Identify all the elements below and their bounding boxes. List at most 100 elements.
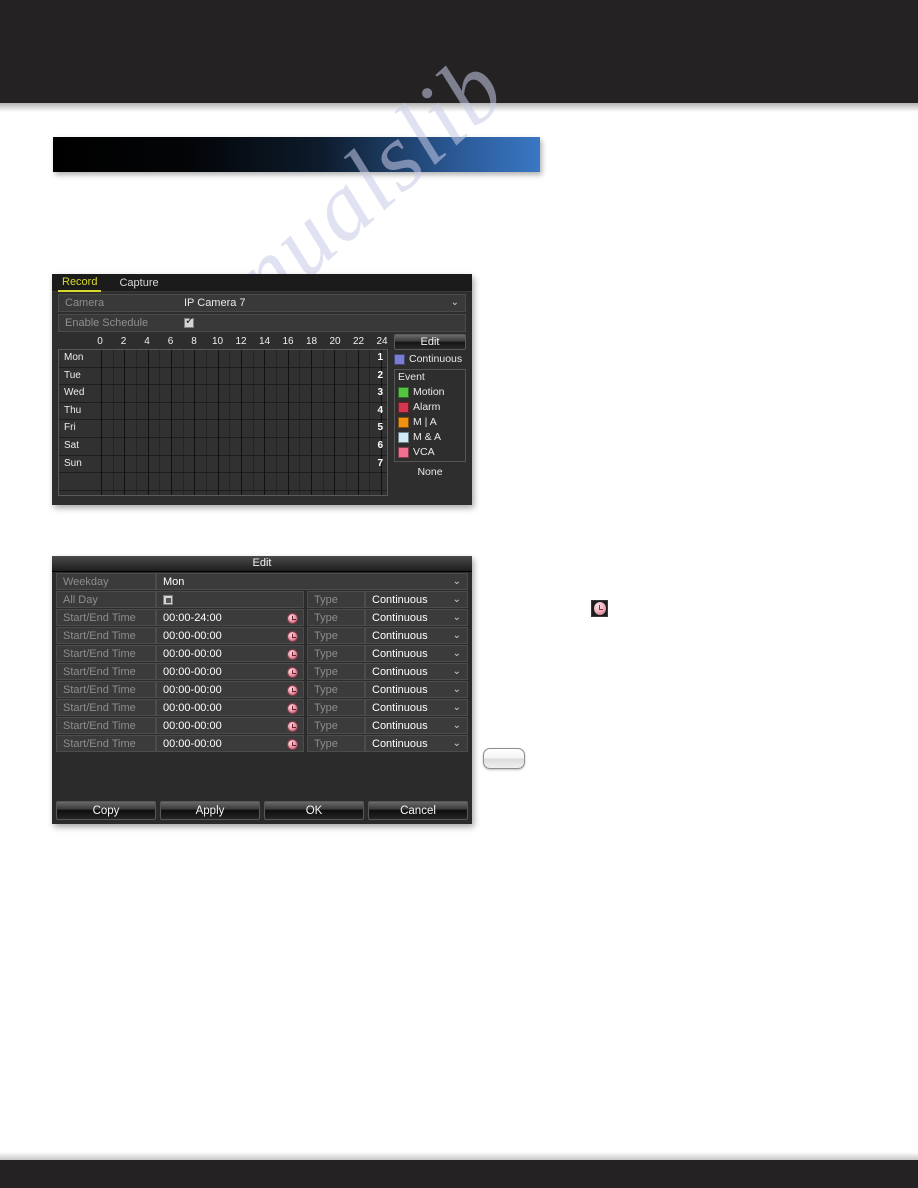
start-end-time-row[interactable]: Start/End Time 00:00-00:00 Type Continuous ⌄ — [56, 717, 468, 734]
schedule-row-sat[interactable]: Sat 6 — [59, 438, 387, 456]
start-end-time-row[interactable]: Start/End Time 00:00-24:00 Type Continuous ⌄ — [56, 609, 468, 626]
start-end-time-value[interactable]: 00:00-00:00 — [156, 681, 304, 698]
clock-icon[interactable] — [287, 721, 298, 732]
clock-icon — [591, 600, 608, 617]
clock-icon[interactable] — [287, 685, 298, 696]
apply-button[interactable]: Apply — [160, 801, 260, 820]
enable-schedule-checkbox[interactable] — [184, 315, 194, 328]
all-day-row[interactable]: All Day Type Continuous ⌄ — [56, 591, 468, 608]
chevron-down-icon[interactable]: ⌄ — [453, 667, 461, 677]
clock-icon[interactable] — [287, 631, 298, 642]
tab-record[interactable]: Record — [58, 274, 102, 292]
start-end-time-label: Start/End Time — [56, 645, 156, 662]
edit-schedule-dialog: Edit Weekday Mon ⌄ All Day Type Continuo… — [52, 556, 472, 824]
clock-icon[interactable] — [287, 739, 298, 750]
chevron-down-icon[interactable]: ⌄ — [453, 703, 461, 713]
schedule-row-spacer — [59, 473, 387, 491]
schedule-row-mon[interactable]: Mon 1 — [59, 350, 387, 368]
clock-icon[interactable] — [287, 667, 298, 678]
tab-capture[interactable]: Capture — [115, 275, 162, 291]
continuous-color-swatch — [394, 353, 405, 365]
schedule-row-fri[interactable]: Fri 5 — [59, 420, 387, 438]
camera-row[interactable]: Camera IP Camera 7 ⌄ — [58, 294, 466, 312]
start-end-time-row[interactable]: Start/End Time 00:00-00:00 Type Continuous ⌄ — [56, 735, 468, 752]
schedule-row-wed[interactable]: Wed 3 — [59, 385, 387, 403]
schedule-row-thu[interactable]: Thu 4 — [59, 403, 387, 421]
schedule-gridline — [124, 350, 126, 495]
chevron-down-icon[interactable]: ⌄ — [453, 739, 461, 749]
start-end-time-label: Start/End Time — [56, 699, 156, 716]
record-type-value[interactable]: Continuous ⌄ — [365, 627, 468, 644]
start-end-time-label: Start/End Time — [56, 735, 156, 752]
start-end-time-value[interactable]: 00:00-00:00 — [156, 717, 304, 734]
start-end-time-row[interactable]: Start/End Time 00:00-00:00 Type Continuous ⌄ — [56, 681, 468, 698]
clock-icon-glyph — [593, 602, 606, 615]
page-bottom-bar-shadow — [0, 1152, 918, 1160]
hour-tick-10: 10 — [211, 336, 224, 347]
color-swatch — [398, 401, 409, 413]
schedule-row-number: 3 — [377, 387, 383, 399]
schedule-gridline — [369, 350, 371, 495]
record-type-value[interactable]: Continuous ⌄ — [365, 717, 468, 734]
record-type-value[interactable]: Continuous ⌄ — [365, 663, 468, 680]
legend-item-continuous: Continuous — [394, 353, 466, 365]
schedule-gridline — [182, 350, 184, 495]
start-end-time-label: Start/End Time — [56, 681, 156, 698]
start-end-time-value[interactable]: 00:00-00:00 — [156, 645, 304, 662]
legend-item-vca: VCA — [398, 446, 462, 458]
schedule-row-sun[interactable]: Sun 7 — [59, 456, 387, 474]
schedule-hour-axis: 0 2 4 6 8 10 12 14 16 18 20 22 24 — [58, 334, 388, 350]
all-day-type-value[interactable]: Continuous ⌄ — [365, 591, 468, 608]
record-type-value[interactable]: Continuous ⌄ — [365, 645, 468, 662]
record-type-value[interactable]: Continuous ⌄ — [365, 699, 468, 716]
record-type-value[interactable]: Continuous ⌄ — [365, 609, 468, 626]
start-end-time-rows: Start/End Time 00:00-24:00 Type Continuous ⌄… — [52, 609, 472, 752]
legend-item-motion: Motion — [398, 386, 462, 398]
schedule-row-number: 4 — [377, 404, 383, 416]
chevron-down-icon[interactable]: ⌄ — [453, 721, 461, 731]
edit-dialog-footer: Copy Apply OK Cancel — [56, 801, 468, 820]
page-bottom-bar — [0, 1160, 918, 1188]
schedule-gridline — [287, 350, 289, 495]
ok-button[interactable]: OK — [264, 801, 364, 820]
start-end-time-row[interactable]: Start/End Time 00:00-00:00 Type Continuous ⌄ — [56, 645, 468, 662]
start-end-time-value[interactable]: 00:00-00:00 — [156, 627, 304, 644]
chevron-down-icon[interactable]: ⌄ — [453, 613, 461, 623]
schedule-gridline — [101, 350, 102, 495]
schedule-row-number: 2 — [377, 369, 383, 381]
chevron-down-icon[interactable]: ⌄ — [451, 298, 459, 308]
chevron-down-icon[interactable]: ⌄ — [453, 685, 461, 695]
schedule-day-label: Thu — [64, 404, 82, 416]
chevron-down-icon[interactable]: ⌄ — [453, 649, 461, 659]
cancel-button[interactable]: Cancel — [368, 801, 468, 820]
clock-icon[interactable] — [287, 613, 298, 624]
start-end-time-value[interactable]: 00:00-00:00 — [156, 699, 304, 716]
start-end-time-row[interactable]: Start/End Time 00:00-00:00 Type Continuous ⌄ — [56, 627, 468, 644]
chevron-down-icon[interactable]: ⌄ — [453, 631, 461, 641]
weekday-value[interactable]: Mon ⌄ — [156, 573, 468, 590]
hour-tick-6: 6 — [167, 336, 174, 347]
start-end-time-row[interactable]: Start/End Time 00:00-00:00 Type Continuous ⌄ — [56, 699, 468, 716]
start-end-time-value[interactable]: 00:00-00:00 — [156, 663, 304, 680]
schedule-gridline — [241, 350, 242, 495]
start-end-time-row[interactable]: Start/End Time 00:00-00:00 Type Continuous ⌄ — [56, 663, 468, 680]
start-end-time-value[interactable]: 00:00-00:00 — [156, 735, 304, 752]
all-day-checkbox[interactable] — [163, 594, 173, 605]
weekday-row[interactable]: Weekday Mon ⌄ — [56, 573, 468, 590]
edit-button[interactable]: Edit — [394, 334, 466, 350]
schedule-gridline — [206, 350, 207, 495]
clock-icon[interactable] — [287, 703, 298, 714]
record-type-label: Type — [307, 681, 365, 698]
record-type-value[interactable]: Continuous ⌄ — [365, 735, 468, 752]
record-type-value[interactable]: Continuous ⌄ — [365, 681, 468, 698]
schedule-day-rows[interactable]: Mon 1 Tue 2 Wed 3 Thu 4 Fri 5 Sat 6 Sun 7 — [58, 350, 388, 496]
copy-button[interactable]: Copy — [56, 801, 156, 820]
chevron-down-icon[interactable]: ⌄ — [453, 577, 461, 587]
chevron-down-icon[interactable]: ⌄ — [453, 595, 461, 605]
start-end-time-value[interactable]: 00:00-24:00 — [156, 609, 304, 626]
schedule-row-tue[interactable]: Tue 2 — [59, 368, 387, 386]
hour-tick-18: 18 — [305, 336, 318, 347]
clock-icon[interactable] — [287, 649, 298, 660]
legend-event-header: Event — [398, 371, 425, 383]
schedule-day-label: Wed — [64, 387, 85, 399]
